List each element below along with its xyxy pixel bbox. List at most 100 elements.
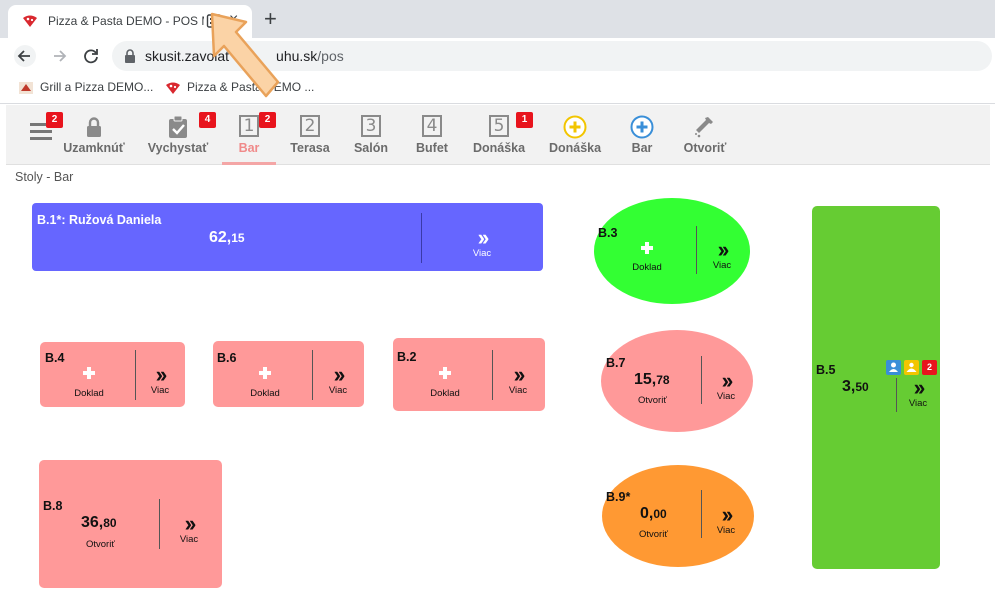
table-divider — [421, 213, 422, 263]
tab-terasa[interactable]: 2 Terasa — [284, 105, 336, 165]
plus-circle-yellow-icon — [563, 115, 587, 139]
double-chevron-icon: ›› — [513, 362, 526, 387]
more-button[interactable]: ›› Viac — [319, 362, 357, 397]
table-name: B.9* — [606, 490, 631, 504]
plus-icon — [439, 367, 451, 379]
plus-icon — [83, 367, 95, 379]
tab-salon-label: Salón — [353, 141, 389, 155]
double-chevron-icon: ›› — [721, 368, 734, 393]
more-button[interactable]: ›› Viac — [170, 511, 208, 546]
table-name: B.5 — [816, 363, 836, 377]
double-chevron-icon: ›› — [155, 362, 168, 387]
table-name: B.2 — [397, 350, 417, 364]
new-receipt-button[interactable]: Doklad — [68, 366, 110, 399]
bookmarks-bar: Grill a Pizza DEMO... Pizza & Pasta DEMO… — [0, 74, 995, 104]
more-button[interactable]: ›› Viac — [708, 502, 744, 537]
add-donaska-button[interactable]: Donáška — [543, 105, 607, 165]
table-b5-badge: 2 — [922, 360, 937, 375]
pos-toolbar: 2 Uzamknúť 4 Vychystať 1 2 Bar 2 Terasa … — [6, 105, 990, 165]
table-b5[interactable]: B.5 3,50 2 ›› Viac — [812, 206, 940, 569]
table-name: B.8 — [43, 499, 63, 513]
more-button[interactable]: ›› Viac — [900, 375, 936, 410]
padlock-icon — [87, 117, 101, 137]
new-receipt-button[interactable]: Doklad — [244, 366, 286, 399]
table-divider — [896, 378, 897, 412]
vychystat-button[interactable]: 4 Vychystať — [144, 105, 216, 165]
pizza-favicon-icon — [166, 82, 180, 94]
table-name: B.1*: Ružová Daniela — [37, 213, 162, 227]
area-number-box: 4 — [422, 115, 442, 137]
more-button[interactable]: ›› Viac — [462, 225, 502, 260]
bookmark-grill-pizza[interactable]: Grill a Pizza DEMO... — [18, 80, 153, 95]
customer-icon — [886, 360, 901, 375]
tab-bufet[interactable]: 4 Bufet — [406, 105, 458, 165]
back-icon[interactable] — [14, 45, 36, 67]
section-title: Stoly - Bar — [15, 170, 74, 184]
open-label: Otvoriť — [683, 141, 727, 155]
active-tab-underline — [222, 162, 276, 165]
area-number-box: 2 — [300, 115, 320, 137]
tab-terasa-label: Terasa — [290, 141, 330, 155]
table-name: B.7 — [606, 356, 626, 370]
pizza-favicon-icon — [23, 15, 37, 27]
menu-button[interactable]: 2 — [14, 105, 63, 165]
tab-bufet-label: Bufet — [416, 141, 448, 155]
table-divider — [492, 350, 493, 400]
reload-icon[interactable] — [80, 45, 102, 67]
table-name: B.4 — [45, 351, 65, 365]
tab-donaska-label: Donáška — [472, 141, 526, 155]
address-toolbar: skusit.zavolat uhu.sk/pos — [0, 38, 995, 74]
double-chevron-icon: ›› — [477, 225, 490, 250]
tab-donaska-badge: 1 — [516, 112, 533, 128]
new-receipt-button[interactable]: Doklad — [626, 241, 668, 273]
table-amount: 15,78 — [634, 371, 670, 388]
more-button[interactable]: ›› Viac — [141, 362, 179, 397]
screen: Pizza & Pasta DEMO - POS M × + sk — [0, 0, 995, 612]
area-number-box: 1 — [239, 115, 259, 137]
table-amount: 3,50 — [842, 378, 869, 395]
more-button[interactable]: ›› Viac — [704, 237, 740, 272]
new-receipt-button[interactable]: Doklad — [424, 366, 466, 399]
add-bar-label: Bar — [631, 141, 653, 155]
table-b7[interactable]: B.7 15,78 Otvoriť ›› Viac — [601, 330, 753, 432]
table-divider — [159, 499, 160, 549]
double-chevron-icon: ›› — [721, 502, 734, 527]
table-b9[interactable]: B.9* 0,00 Otvoriť ›› Viac — [602, 465, 754, 567]
pointer-arrow-icon — [210, 12, 280, 98]
more-button[interactable]: ›› Viac — [708, 368, 744, 403]
table-divider — [701, 356, 702, 404]
table-b3[interactable]: B.3 Doklad ›› Viac — [594, 198, 750, 304]
table-b4[interactable]: B.4 Doklad ›› Viac — [40, 342, 185, 407]
tab-salon[interactable]: 3 Salón — [346, 105, 396, 165]
tab-bar-label: Bar — [238, 141, 260, 155]
table-divider — [701, 490, 702, 538]
lock-icon[interactable] — [124, 49, 136, 63]
table-b2[interactable]: B.2 Doklad ›› Viac — [393, 338, 545, 411]
double-chevron-icon: ›› — [717, 237, 730, 262]
open-button[interactable]: Otvoriť — [676, 105, 734, 165]
forward-icon[interactable] — [49, 45, 71, 67]
table-b1[interactable]: B.1*: Ružová Daniela 62,15 ›› Viac — [32, 203, 543, 271]
vychystat-label: Vychystať — [147, 141, 209, 155]
add-bar-button[interactable]: Bar — [620, 105, 664, 165]
double-chevron-icon: ›› — [333, 362, 346, 387]
tab-bar[interactable]: 1 2 Bar — [222, 105, 276, 165]
area-number-box: 3 — [361, 115, 381, 137]
double-chevron-icon: ›› — [184, 511, 197, 536]
double-chevron-icon: ›› — [913, 375, 926, 400]
table-b6[interactable]: B.6 Doklad ›› Viac — [213, 341, 364, 407]
clipboard-check-icon — [169, 115, 187, 138]
table-name: B.6 — [217, 351, 237, 365]
add-donaska-label: Donáška — [548, 141, 602, 155]
table-name: B.3 — [598, 226, 618, 240]
lock-button[interactable]: Uzamknúť — [61, 105, 127, 165]
table-divider — [696, 226, 697, 274]
vychystat-badge: 4 — [199, 112, 216, 128]
lock-label: Uzamknúť — [63, 141, 125, 155]
tab-title: Pizza & Pasta DEMO - POS M — [48, 14, 204, 28]
tab-donaska[interactable]: 5 1 Donáška — [468, 105, 533, 165]
grill-favicon-icon — [19, 81, 33, 94]
more-button[interactable]: ›› Viac — [499, 362, 537, 397]
group-icon — [904, 360, 919, 375]
table-b8[interactable]: B.8 36,80 Otvoriť ›› Viac — [39, 460, 222, 588]
